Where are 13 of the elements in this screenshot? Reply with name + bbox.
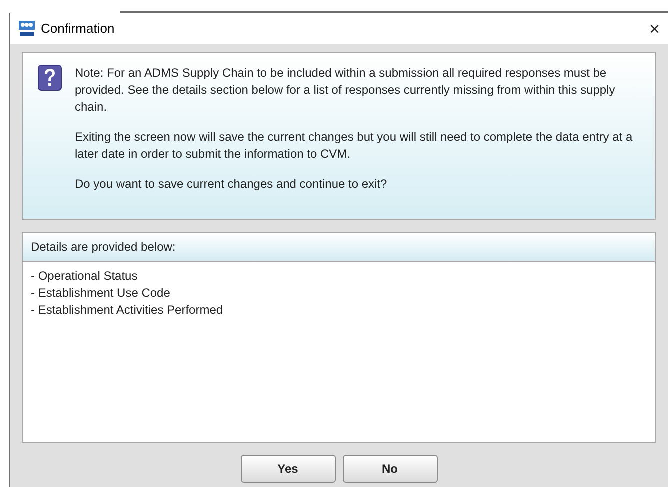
missing-item: - Establishment Activities Performed	[31, 302, 224, 319]
question-icon	[38, 65, 62, 91]
no-button[interactable]: No	[342, 455, 438, 483]
details-header: Details are provided below:	[23, 233, 655, 262]
close-button[interactable]: ×	[645, 20, 664, 38]
missing-item: - Establishment Use Code	[31, 285, 170, 302]
app-logo-icon	[19, 20, 35, 36]
message-text: Do you want to save current changes and continue to exit?	[75, 176, 388, 193]
message-text: Exiting the screen now will save the current changes but you will still need to complete the data entry at a later date in order to submit the information to CVM.	[75, 129, 634, 163]
window-title: Confirmation	[41, 20, 115, 38]
message-text: Note: For an ADMS Supply Chain to be included within a submission all required responses must be provided. See the details section below for a list of responses currently missing from within this supply chain.	[75, 65, 616, 116]
yes-button[interactable]: Yes	[240, 455, 336, 483]
missing-item: - Operational Status	[31, 268, 138, 285]
